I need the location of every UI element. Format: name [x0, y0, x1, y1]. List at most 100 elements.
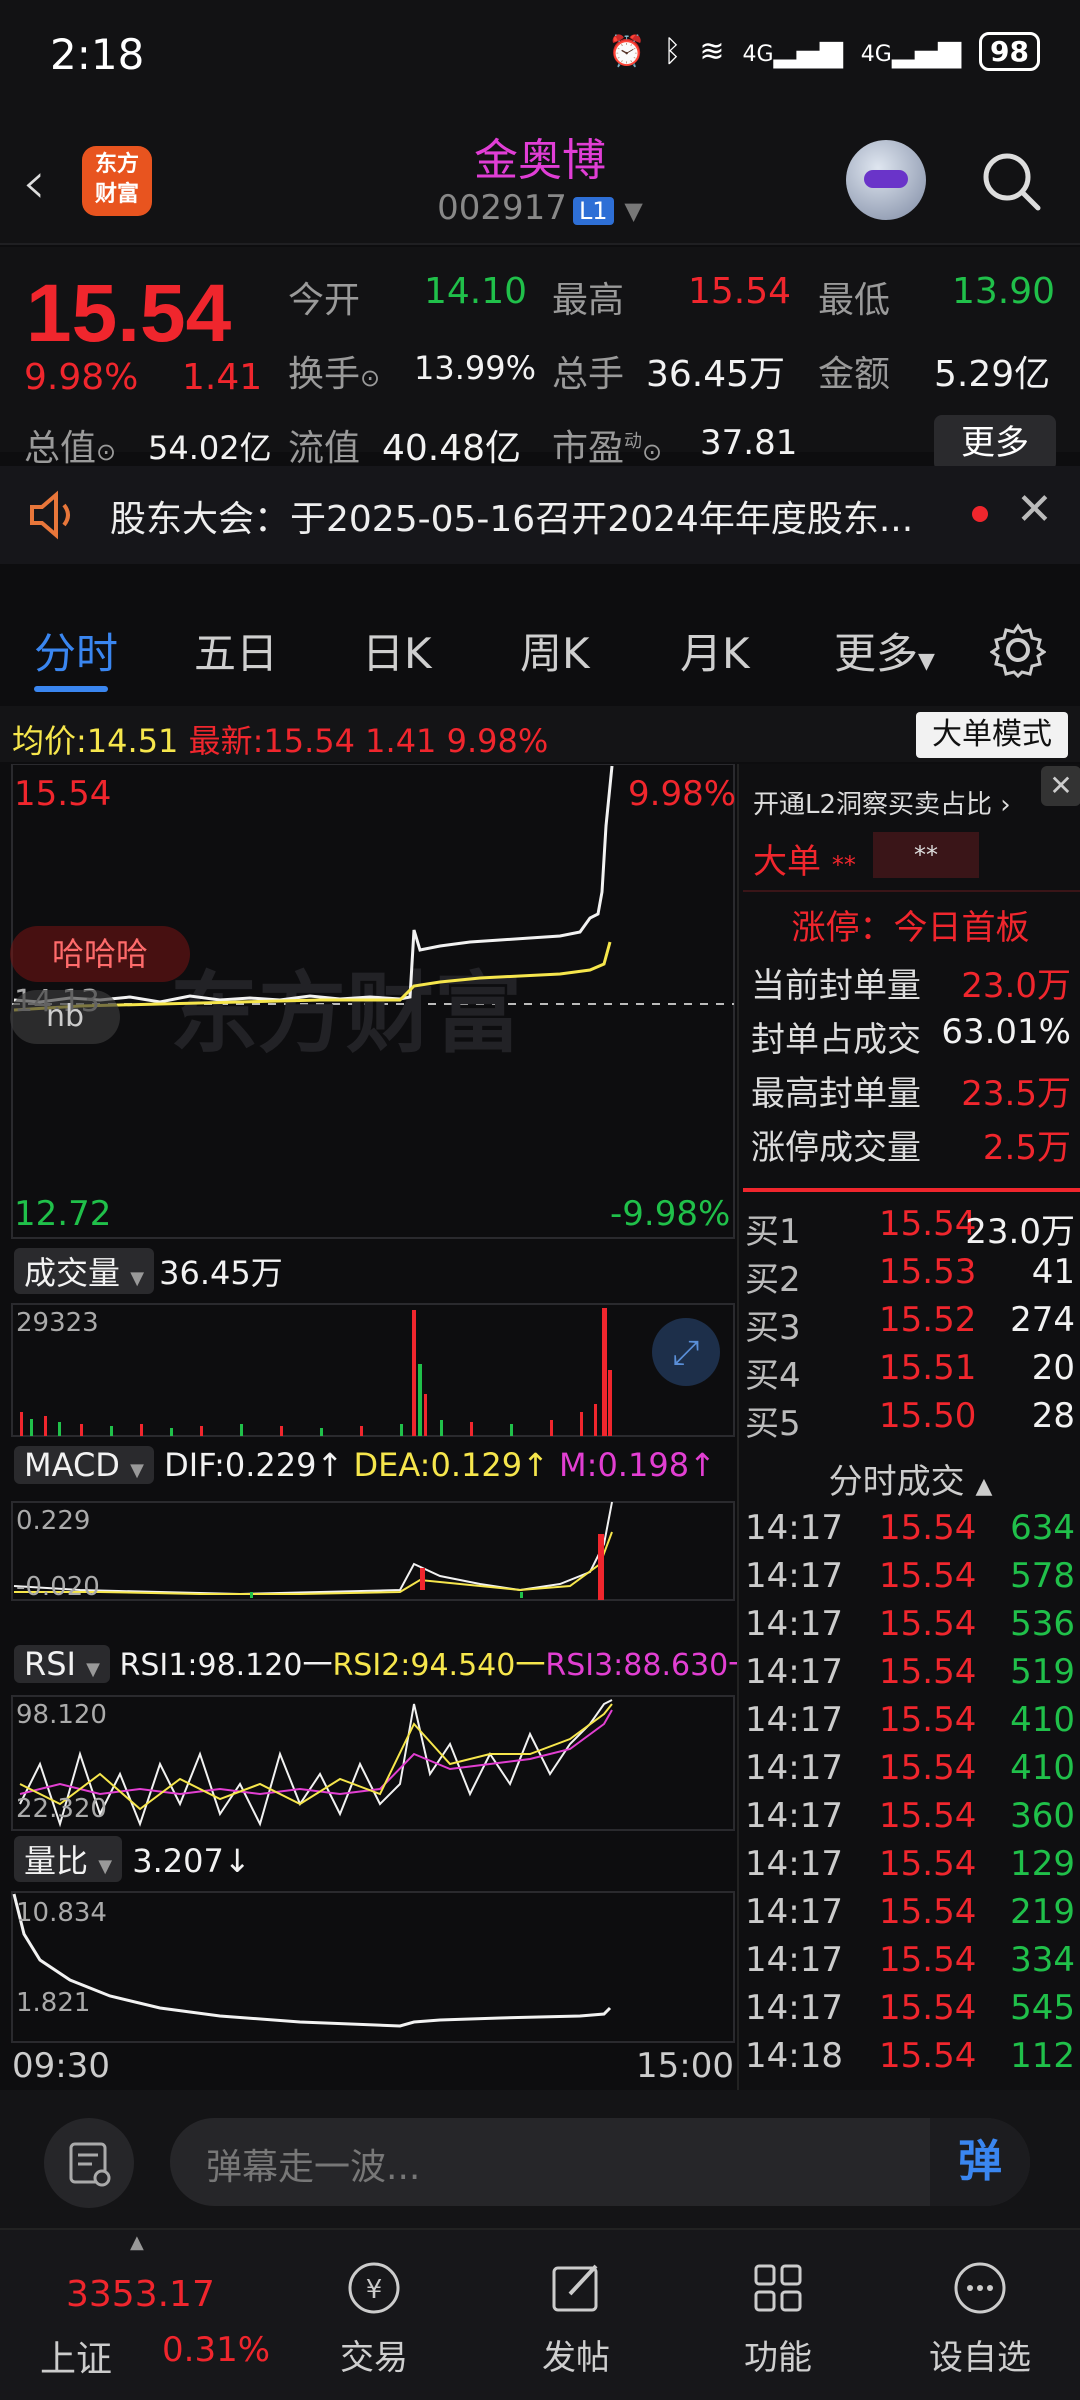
tick-time: 14:17 [745, 1604, 843, 1644]
nav-functions[interactable]: 功能 [698, 2230, 858, 2379]
rsi-row[interactable]: RSI ▼ RSI1:98.120一RSI2:94.540一RSI3:88.63… [14, 1640, 758, 1684]
tick-volume: 545 [1010, 1988, 1075, 2028]
tick-row: 14:17 15.54 519 [745, 1652, 1075, 1692]
nav-post[interactable]: 发帖 [496, 2230, 656, 2379]
tick-price: 15.54 [879, 1700, 977, 1740]
tick-time: 14:17 [745, 1556, 843, 1596]
bid-row[interactable]: 买5 15.50 28 [745, 1396, 1075, 1445]
tick-volume: 112 [1010, 2036, 1075, 2076]
chart-bottom-pct: -9.98% [610, 1194, 731, 1234]
volume-ratio-row[interactable]: 量比 ▼ 3.207↓ [14, 1836, 251, 1882]
pe-label: 市盈动⊙ [552, 428, 663, 469]
danmu-placeholder: 弹幕走一波... [206, 2147, 421, 2188]
tick-volume: 360 [1010, 1796, 1075, 1836]
stat-value: 23.0万 [961, 966, 1071, 1006]
bid-volume: 274 [1010, 1300, 1075, 1340]
tick-price: 15.54 [879, 2036, 977, 2076]
limit-stat-row: 涨停成交量 2.5万 [751, 1120, 1071, 1169]
volume-selector[interactable]: 成交量 ▼ [14, 1248, 155, 1294]
tab-underline [34, 686, 108, 692]
volume-indicator-row[interactable]: 成交量 ▼ 36.45万 [14, 1248, 283, 1294]
bid-row[interactable]: 买1 15.54 23.0万 [745, 1204, 1075, 1253]
l2-promo-link[interactable]: 开通L2洞察买卖占比 › [753, 784, 1011, 821]
nav-add-watchlist[interactable]: 设自选 [900, 2230, 1060, 2379]
bid-row[interactable]: 买2 15.53 41 [745, 1252, 1075, 1301]
danmu-input[interactable]: 弹幕走一波... 弹 [170, 2118, 1030, 2206]
big-order-mode-button[interactable]: 大单模式 [916, 712, 1068, 758]
status-bar: 2:18 ⏰ ᛒ ≋ 4G▂▄▆ 4G▂▄▆ 98 [0, 0, 1080, 110]
index-value: 3353.17 [66, 2274, 215, 2315]
alarm-icon: ⏰ [608, 34, 646, 69]
tick-price: 15.54 [879, 1604, 977, 1644]
index-ticker[interactable]: ▲ 3353.17 上证 0.31% [0, 2230, 270, 2400]
settings-gear-icon[interactable] [990, 622, 1046, 678]
tick-price: 15.54 [879, 1796, 977, 1836]
macd-selector[interactable]: MACD ▼ [14, 1446, 154, 1484]
volume-ratio-low: 1.821 [16, 1988, 91, 2018]
tab-weekly-k[interactable]: 周K [520, 620, 590, 681]
volume-total: 36.45万 [159, 1254, 283, 1292]
more-quote-button[interactable]: 更多 [934, 415, 1056, 471]
bid-label: 买2 [745, 1260, 801, 1300]
tick-row: 14:17 15.54 545 [745, 1988, 1075, 2028]
volume-value: 36.45万 [646, 354, 786, 395]
danmu-send-button[interactable]: 弹 [930, 2118, 1030, 2206]
turnover-value: 13.99% [414, 349, 537, 387]
tick-volume: 219 [1010, 1892, 1075, 1932]
stars-box: ** [873, 832, 979, 878]
tick-row: 14:18 15.54 112 [745, 2036, 1075, 2076]
nav-trade[interactable]: ¥ 交易 [294, 2230, 454, 2379]
status-time: 2:18 [50, 30, 145, 79]
level-badge: L1 [572, 197, 614, 225]
tick-price: 15.54 [879, 1892, 977, 1932]
tick-row: 14:17 15.54 360 [745, 1796, 1075, 1836]
limit-stat-row: 当前封单量 23.0万 [751, 958, 1071, 1007]
volume-ratio-top: 10.834 [16, 1898, 107, 1928]
signal-icon-2: 4G▂▄▆ [860, 34, 962, 69]
bid-price: 15.54 [879, 1204, 977, 1244]
tick-row: 14:17 15.54 536 [745, 1604, 1075, 1644]
tick-price: 15.54 [879, 1988, 977, 2028]
robot-assistant-icon[interactable] [846, 140, 926, 220]
wifi-icon: ≋ [699, 34, 725, 69]
tick-volume: 410 [1010, 1700, 1075, 1740]
tick-time: 14:17 [745, 1508, 843, 1548]
tick-price: 15.54 [879, 1844, 977, 1884]
intraday-chart-area[interactable]: 东方财富 ⤢ 15.54 9.98% 哈哈哈 nb 12.72 -9.98% 成… [0, 764, 758, 2090]
danmu-settings-button[interactable] [44, 2118, 134, 2208]
tick-row: 14:17 15.54 219 [745, 1892, 1075, 1932]
tick-row: 14:17 15.54 129 [745, 1844, 1075, 1884]
tab-five-day[interactable]: 五日 [194, 620, 278, 681]
macd-row[interactable]: MACD ▼ DIF:0.229↑ DEA:0.129↑ M:0.198↑ [14, 1446, 716, 1484]
volume-bars [20, 1308, 612, 1436]
tab-intraday[interactable]: 分时 [34, 620, 118, 681]
close-icon[interactable]: ✕ [1041, 766, 1080, 806]
close-icon[interactable]: ✕ [1016, 484, 1053, 535]
svg-text:¥: ¥ [366, 2275, 383, 2305]
tab-monthly-k[interactable]: 月K [680, 620, 750, 681]
bid-label: 买5 [745, 1404, 801, 1444]
notice-bar[interactable]: 股东大会：于2025-05-16召开2024年年度股东... ✕ [0, 466, 1080, 564]
current-price: 15.54 [26, 268, 232, 359]
bid-label: 买4 [745, 1356, 801, 1396]
quote-panel: 15.54 9.98% 1.41 总值⊙ 54.02亿 今开 14.10 最高 … [0, 247, 1080, 471]
tick-price: 15.54 [879, 1508, 977, 1548]
rsi-selector[interactable]: RSI ▼ [14, 1645, 110, 1683]
open-value: 14.10 [424, 271, 528, 312]
bid-row[interactable]: 买3 15.52 274 [745, 1300, 1075, 1349]
volume-ratio-selector[interactable]: 量比 ▼ [14, 1836, 123, 1882]
rsi-low: 22.320 [16, 1794, 107, 1824]
dropdown-icon: ▼ [624, 197, 643, 225]
tab-daily-k[interactable]: 日K [362, 620, 432, 681]
index-pct: 0.31% [162, 2330, 271, 2370]
tick-time: 14:17 [745, 1844, 843, 1884]
bid-volume: 23.0万 [965, 1212, 1075, 1252]
limit-up-title: 涨停：今日首板 [791, 908, 1030, 948]
search-icon[interactable] [980, 150, 1042, 212]
bid-volume: 28 [1031, 1396, 1075, 1436]
tab-more[interactable]: 更多▼ [834, 620, 935, 681]
bid-price: 15.50 [879, 1396, 977, 1436]
status-icons: ⏰ ᛒ ≋ 4G▂▄▆ 4G▂▄▆ 98 [608, 32, 1040, 71]
ticks-header[interactable]: 分时成交 ▲ [739, 1454, 1080, 1503]
bid-row[interactable]: 买4 15.51 20 [745, 1348, 1075, 1397]
